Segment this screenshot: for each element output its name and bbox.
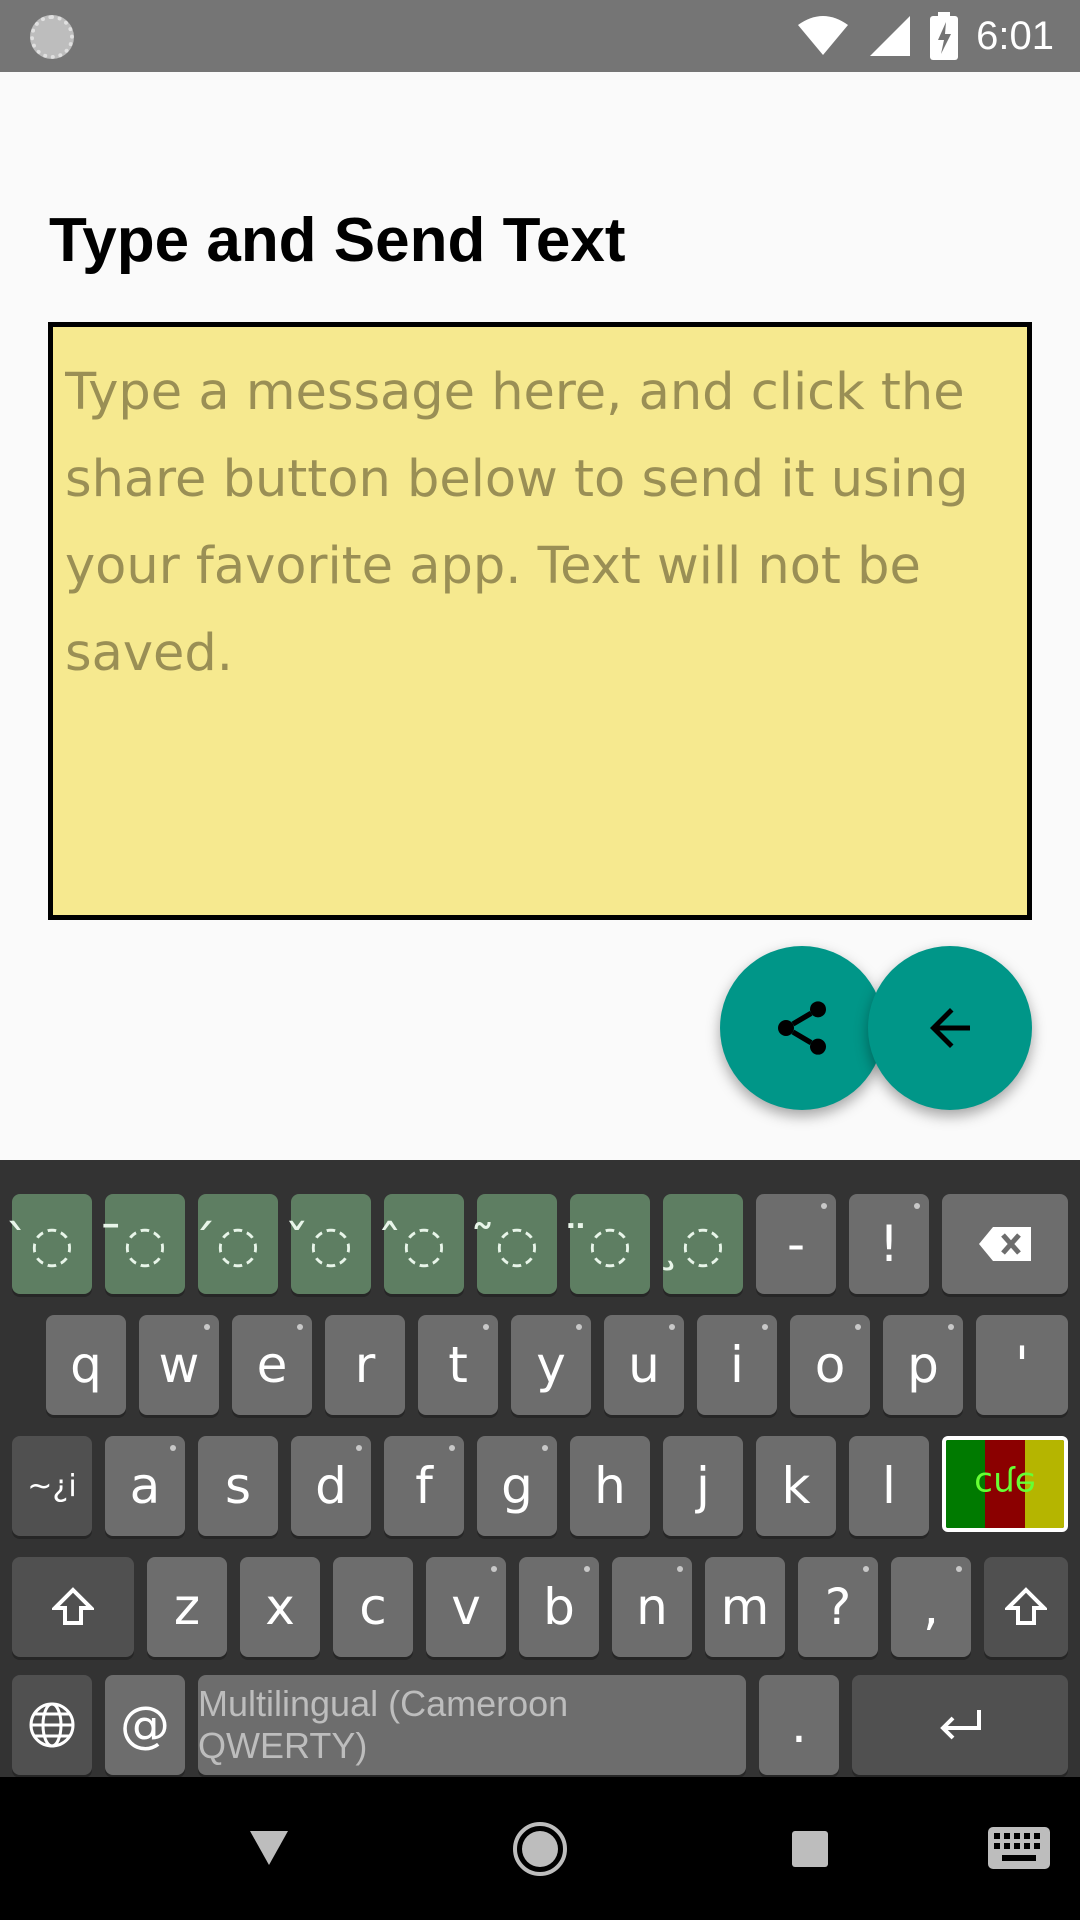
key-grave-accent[interactable]: ̀◌: [12, 1194, 92, 1294]
key-r[interactable]: r: [325, 1315, 405, 1415]
enter-key[interactable]: [852, 1675, 1068, 1775]
navigation-bar: [0, 1777, 1080, 1920]
key-e[interactable]: e: [232, 1315, 312, 1415]
home-nav-icon[interactable]: [512, 1821, 568, 1877]
key-macron[interactable]: ̄◌: [105, 1194, 185, 1294]
key-n[interactable]: n: [612, 1557, 692, 1657]
key-h[interactable]: h: [570, 1436, 650, 1536]
share-icon: [778, 1001, 826, 1055]
key-x[interactable]: x: [240, 1557, 320, 1657]
key-exclamation[interactable]: !: [849, 1194, 929, 1294]
status-right: 6:01: [796, 0, 1054, 72]
key-caron[interactable]: ̌◌: [291, 1194, 371, 1294]
share-button[interactable]: [720, 946, 884, 1110]
key-y[interactable]: y: [511, 1315, 591, 1415]
key-q[interactable]: q: [46, 1315, 126, 1415]
shift-icon: [1005, 1587, 1047, 1625]
symbols-mode-key[interactable]: ~¿i: [12, 1436, 92, 1536]
globe-icon: [29, 1702, 75, 1748]
key-i[interactable]: i: [697, 1315, 777, 1415]
key-circumflex[interactable]: ̂◌: [384, 1194, 464, 1294]
recents-nav-icon[interactable]: [792, 1831, 828, 1867]
message-input[interactable]: [65, 349, 1015, 909]
key-t[interactable]: t: [418, 1315, 498, 1415]
signal-icon: [870, 16, 911, 56]
key-d[interactable]: d: [291, 1436, 371, 1536]
arrow-left-icon: [930, 1008, 970, 1048]
backspace-key[interactable]: [942, 1194, 1068, 1294]
battery-icon: [930, 12, 959, 60]
key-o[interactable]: o: [790, 1315, 870, 1415]
key-a[interactable]: a: [105, 1436, 185, 1536]
key-w[interactable]: w: [139, 1315, 219, 1415]
language-switch-key[interactable]: [12, 1675, 92, 1775]
page-title: Type and Send Text: [49, 206, 626, 275]
language-flag-key[interactable]: ɘɲɔ: [942, 1436, 1068, 1532]
key-diaeresis[interactable]: ̈◌: [570, 1194, 650, 1294]
message-box: [48, 322, 1032, 920]
key-z[interactable]: z: [147, 1557, 227, 1657]
backspace-icon: [979, 1227, 1031, 1261]
key-b[interactable]: b: [519, 1557, 599, 1657]
key-m[interactable]: m: [705, 1557, 785, 1657]
key-question[interactable]: ?: [798, 1557, 878, 1657]
key-comma[interactable]: ,: [891, 1557, 971, 1657]
key-hyphen[interactable]: -: [756, 1194, 836, 1294]
key-f[interactable]: f: [384, 1436, 464, 1536]
back-nav-icon[interactable]: [248, 1829, 290, 1867]
key-tilde[interactable]: ̃◌: [477, 1194, 557, 1294]
key-s[interactable]: s: [198, 1436, 278, 1536]
space-key[interactable]: Multilingual (Cameroon QWERTY): [198, 1675, 746, 1775]
key-c[interactable]: c: [333, 1557, 413, 1657]
key-g[interactable]: g: [477, 1436, 557, 1536]
key-l[interactable]: l: [849, 1436, 929, 1536]
key-u[interactable]: u: [604, 1315, 684, 1415]
key-period[interactable]: .: [759, 1675, 839, 1775]
key-cedilla[interactable]: ̧◌: [663, 1194, 743, 1294]
key-p[interactable]: p: [883, 1315, 963, 1415]
shift-key-right[interactable]: [984, 1557, 1068, 1657]
key-v[interactable]: v: [426, 1557, 506, 1657]
key-at[interactable]: @: [105, 1675, 185, 1775]
shift-icon: [52, 1587, 94, 1625]
wifi-icon: [798, 16, 849, 55]
back-button[interactable]: [868, 946, 1032, 1110]
key-apostrophe[interactable]: ': [976, 1315, 1068, 1415]
status-time: 6:01: [976, 13, 1054, 58]
key-acute-accent[interactable]: ́◌: [198, 1194, 278, 1294]
sync-status-icon: [30, 15, 74, 59]
key-j[interactable]: j: [663, 1436, 743, 1536]
keyboard-switch-icon[interactable]: [988, 1827, 1050, 1869]
enter-icon: [940, 1710, 981, 1740]
shift-key-left[interactable]: [12, 1557, 134, 1657]
key-k[interactable]: k: [756, 1436, 836, 1536]
status-bar: 6:01: [0, 0, 1080, 72]
